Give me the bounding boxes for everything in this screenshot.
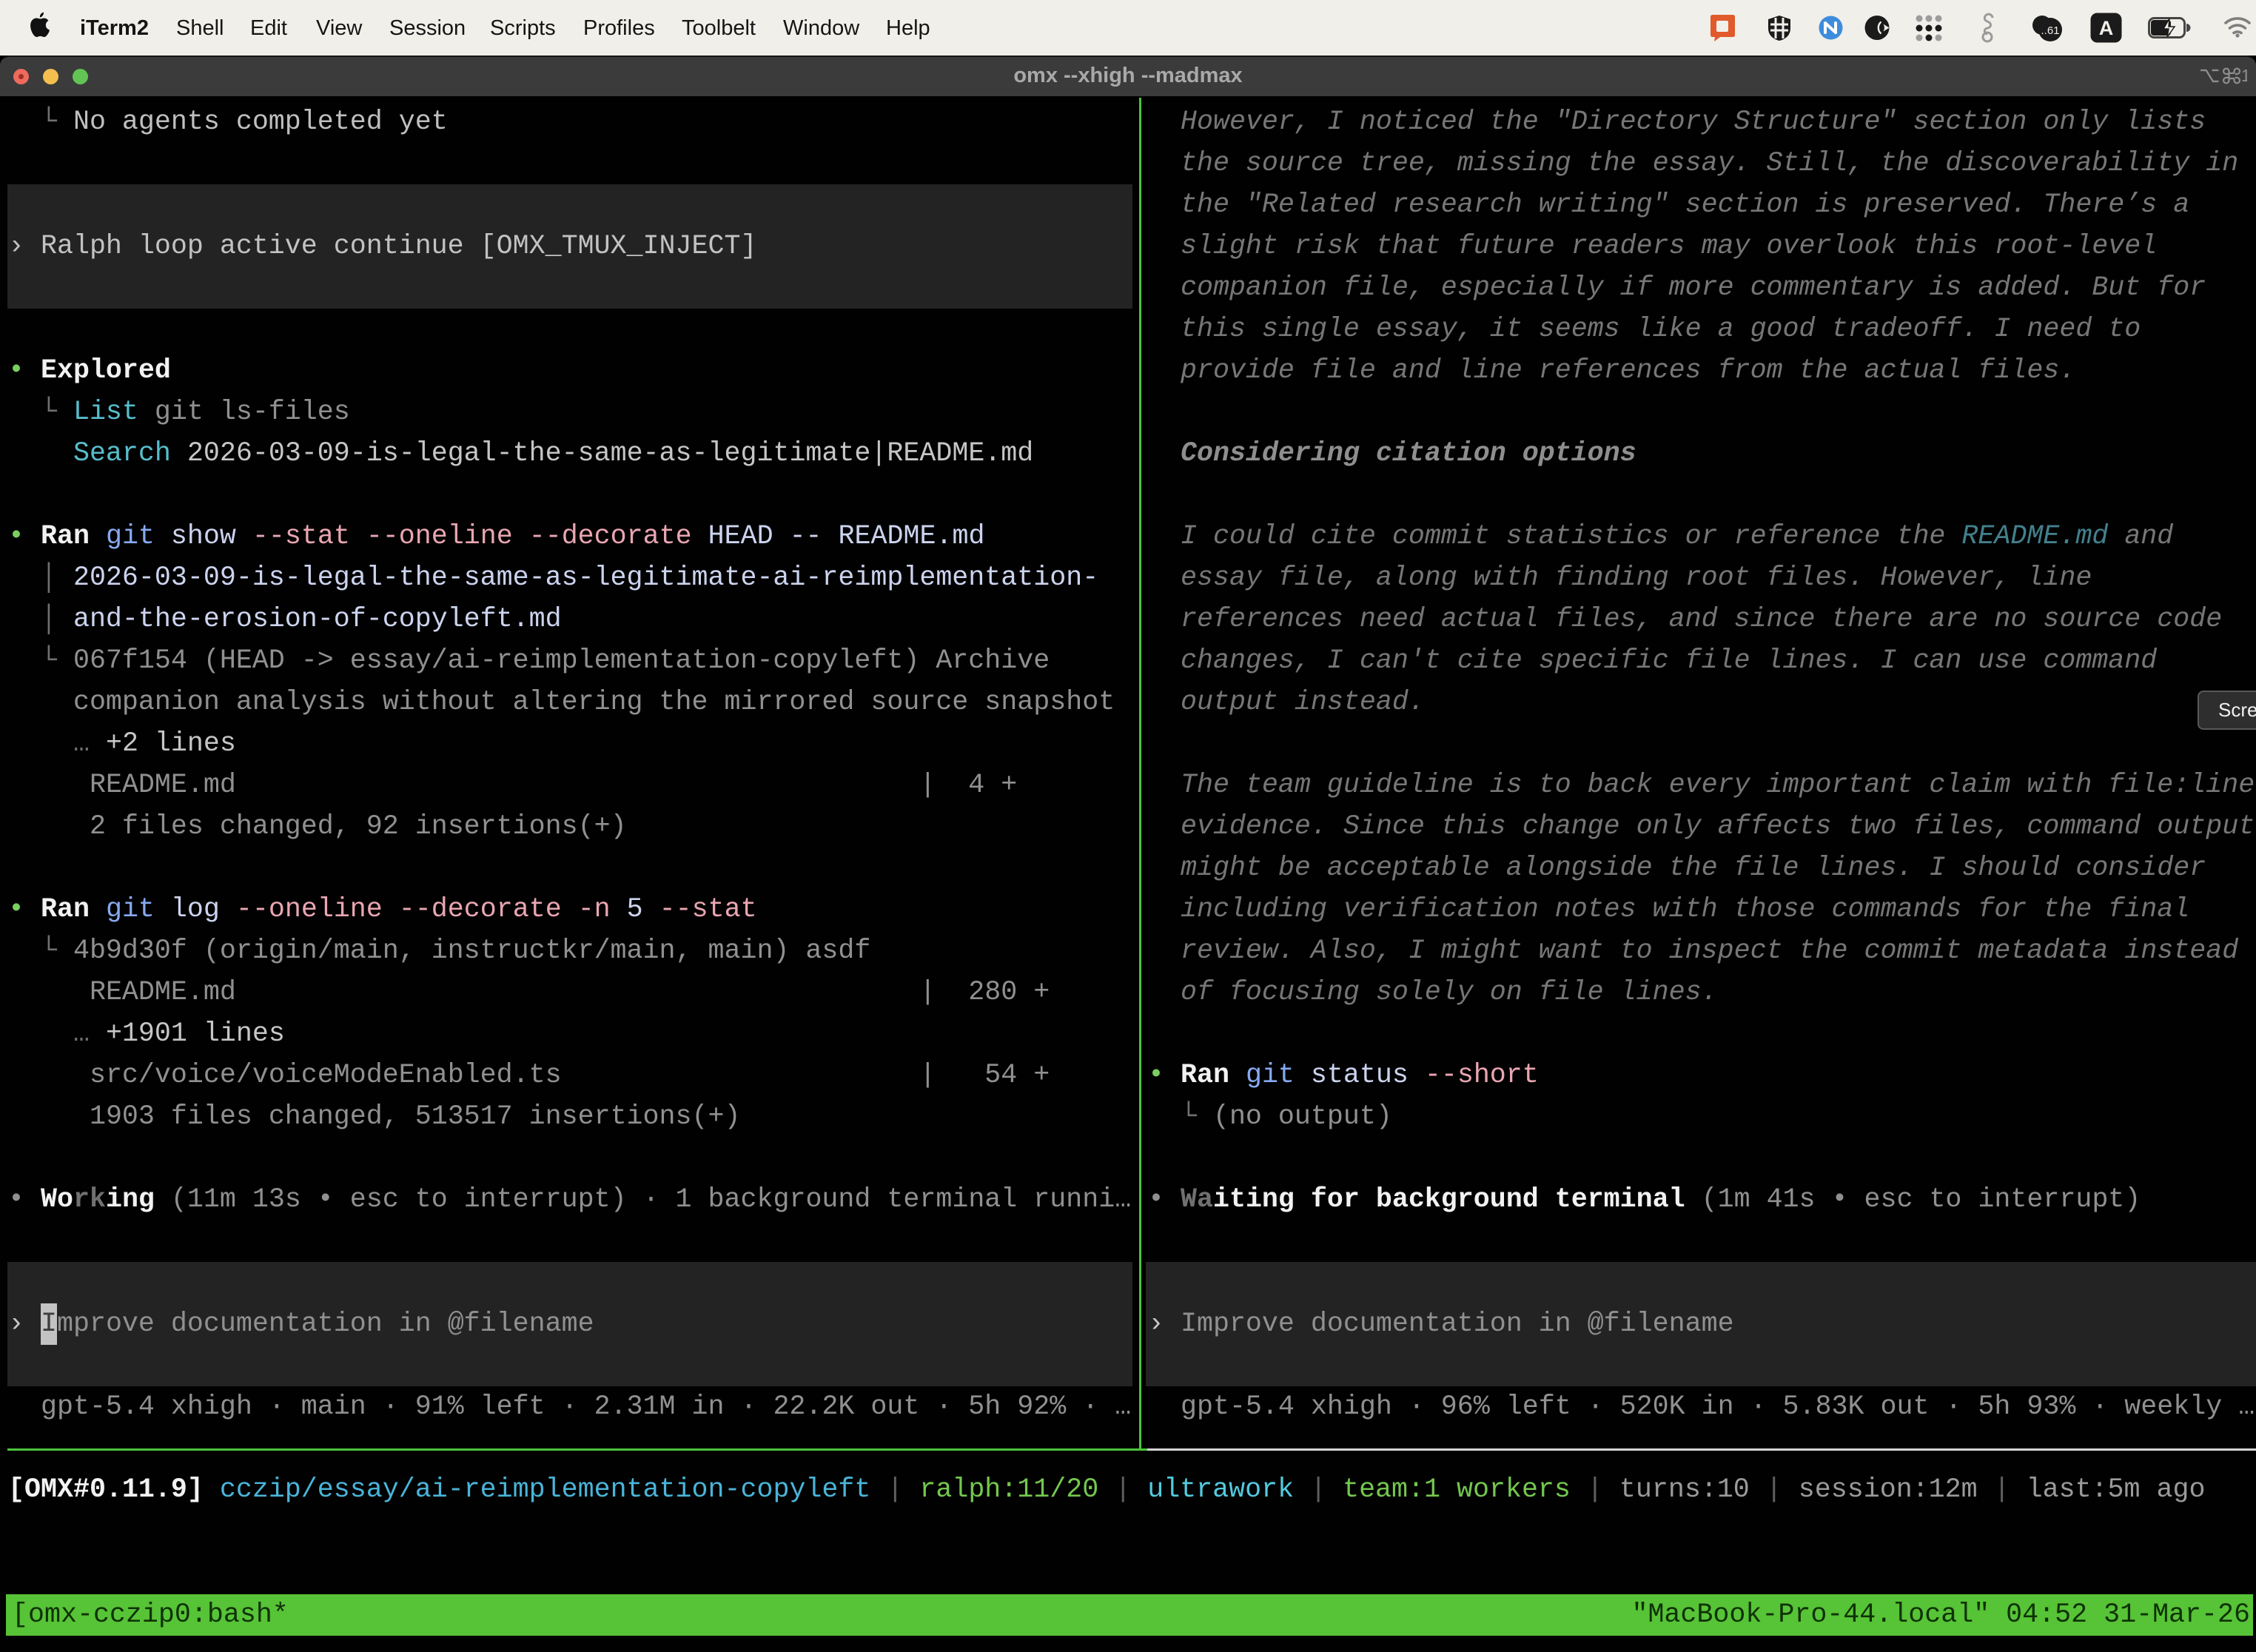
svg-text:..61: ..61 <box>2041 24 2059 37</box>
svg-text:A: A <box>2099 17 2114 39</box>
svg-text:1: 1 <box>2241 66 2247 85</box>
